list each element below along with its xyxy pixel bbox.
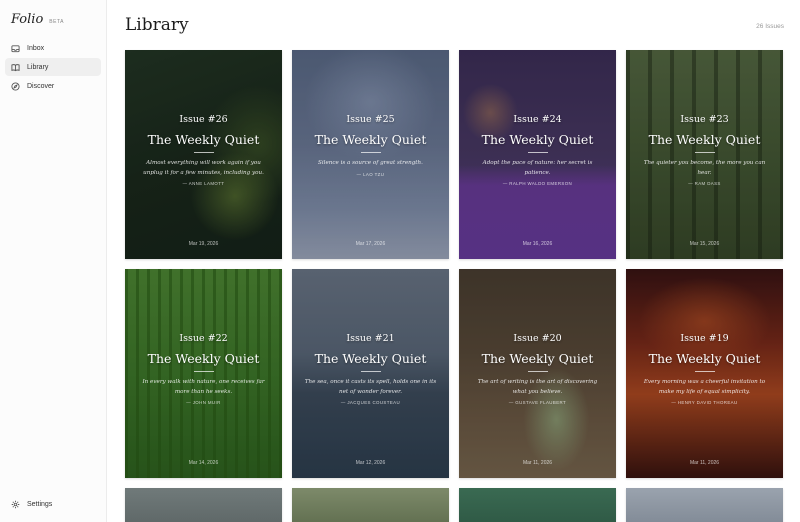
issue-card[interactable]: Issue #22 The Weekly Quiet In every walk…: [125, 269, 282, 478]
quote-author: — JOHN MUIR: [186, 400, 221, 405]
brand-name: Folio: [11, 12, 44, 27]
issue-date: Mar 11, 2026: [689, 460, 720, 466]
issue-title: The Weekly Quiet: [314, 132, 427, 147]
sidebar-item-label: Inbox: [27, 44, 45, 52]
issue-card[interactable]: [459, 488, 616, 522]
issue-quote: The art of writing is the art of discove…: [477, 379, 598, 395]
library-main: Library 26 Issues Issue #26 The Weekly Q…: [108, 0, 800, 522]
issue-card[interactable]: Issue #19 The Weekly Quiet Every morning…: [626, 269, 783, 478]
issue-count: 26 Issues: [756, 23, 784, 30]
issue-date: Mar 14, 2026: [188, 460, 219, 466]
issue-title: The Weekly Quiet: [147, 132, 260, 147]
title-divider: [193, 152, 214, 153]
sidebar-item-label: Discover: [27, 82, 55, 90]
gear-icon: [11, 500, 20, 509]
card-content: Issue #20 The Weekly Quiet The art of wr…: [459, 269, 616, 478]
title-divider: [193, 371, 214, 372]
issue-card[interactable]: Issue #24 The Weekly Quiet Adopt the pac…: [459, 50, 616, 259]
issue-date: Mar 11, 2026: [522, 460, 553, 466]
cover-image: [459, 488, 616, 522]
title-divider: [527, 152, 548, 153]
quote-author: — ANNE LAMOTT: [182, 181, 225, 186]
compass-icon: [11, 81, 20, 91]
issue-number: Issue #22: [179, 333, 228, 344]
title-divider: [360, 152, 381, 153]
issue-card[interactable]: Issue #20 The Weekly Quiet The art of wr…: [459, 269, 616, 478]
sidebar-footer: Settings: [5, 495, 101, 514]
issue-title: The Weekly Quiet: [314, 351, 427, 366]
issue-quote: In every walk with nature, one receives …: [142, 379, 265, 395]
title-divider: [360, 371, 381, 372]
issue-card[interactable]: [125, 488, 282, 522]
issue-quote: Adopt the pace of nature: her secret is …: [482, 160, 593, 176]
issue-grid: Issue #26 The Weekly Quiet Almost everyt…: [125, 50, 785, 522]
issue-number: Issue #26: [179, 114, 228, 125]
issue-quote: Every morning was a cheerful invitation …: [643, 379, 766, 395]
issue-title: The Weekly Quiet: [648, 132, 761, 147]
issue-number: Issue #21: [346, 333, 395, 344]
title-divider: [694, 152, 715, 153]
inbox-icon: [11, 44, 20, 53]
quote-author: — RALPH WALDO EMERSON: [502, 181, 573, 186]
issue-card[interactable]: Issue #23 The Weekly Quiet The quieter y…: [626, 50, 783, 259]
issue-number: Issue #20: [513, 333, 562, 344]
issue-number: Issue #25: [346, 114, 395, 125]
issue-date: Mar 16, 2026: [522, 241, 553, 247]
issue-card[interactable]: [626, 488, 783, 522]
quote-author: — HENRY DAVID THOREAU: [671, 400, 738, 405]
issue-card[interactable]: Issue #26 The Weekly Quiet Almost everyt…: [125, 50, 282, 259]
sidebar: Folio BETA Inbox Library Discover Settin…: [0, 0, 107, 522]
title-divider: [527, 371, 548, 372]
cover-image: [292, 488, 449, 522]
issue-number: Issue #19: [680, 333, 729, 344]
issue-quote: Silence is a source of great strength.: [318, 160, 423, 166]
quote-author: — JACQUES COUSTEAU: [340, 400, 401, 405]
sidebar-item-inbox[interactable]: Inbox: [5, 39, 101, 57]
quote-author: — LAO TZU: [356, 171, 385, 177]
issue-card[interactable]: Issue #25 The Weekly Quiet Silence is a …: [292, 50, 449, 259]
issue-quote: The quieter you become, the more you can…: [643, 160, 766, 176]
issue-quote: Almost everything will work again if you…: [143, 160, 264, 176]
issue-card[interactable]: Issue #21 The Weekly Quiet The sea, once…: [292, 269, 449, 478]
issue-date: Mar 17, 2026: [355, 241, 386, 247]
card-content: Issue #21 The Weekly Quiet The sea, once…: [292, 269, 449, 478]
card-content: Issue #26 The Weekly Quiet Almost everyt…: [125, 50, 282, 259]
card-content: Issue #24 The Weekly Quiet Adopt the pac…: [459, 50, 616, 259]
sidebar-item-settings[interactable]: Settings: [5, 495, 101, 513]
issue-number: Issue #24: [513, 114, 562, 125]
page-title: Library: [125, 15, 189, 35]
quote-author: — GUSTAVE FLAUBERT: [508, 400, 567, 405]
issue-title: The Weekly Quiet: [648, 351, 761, 366]
issue-date: Mar 12, 2026: [355, 460, 386, 466]
sidebar-item-discover[interactable]: Discover: [5, 77, 101, 95]
issue-title: The Weekly Quiet: [481, 132, 594, 147]
card-content: Issue #22 The Weekly Quiet In every walk…: [125, 269, 282, 478]
issue-card[interactable]: [292, 488, 449, 522]
book-icon: [11, 63, 20, 72]
issue-date: Mar 19, 2026: [188, 241, 219, 247]
card-content: Issue #19 The Weekly Quiet Every morning…: [626, 269, 783, 478]
sidebar-item-label: Library: [27, 63, 49, 71]
cover-image: [125, 488, 282, 522]
sidebar-item-label: Settings: [27, 500, 53, 508]
issue-date: Mar 15, 2026: [689, 241, 720, 247]
title-divider: [694, 371, 715, 372]
issue-title: The Weekly Quiet: [481, 351, 594, 366]
brand[interactable]: Folio BETA: [11, 12, 64, 27]
card-content: Issue #23 The Weekly Quiet The quieter y…: [626, 50, 783, 259]
sidebar-nav: Inbox Library Discover: [5, 39, 101, 96]
cover-image: [626, 488, 783, 522]
issue-title: The Weekly Quiet: [147, 351, 260, 366]
beta-badge: BETA: [49, 19, 64, 25]
quote-author: — RAM DASS: [688, 181, 721, 186]
issue-number: Issue #23: [680, 114, 729, 125]
card-content: Issue #25 The Weekly Quiet Silence is a …: [292, 50, 449, 259]
sidebar-item-library[interactable]: Library: [5, 58, 101, 76]
issue-quote: The sea, once it casts its spell, holds …: [304, 379, 437, 395]
